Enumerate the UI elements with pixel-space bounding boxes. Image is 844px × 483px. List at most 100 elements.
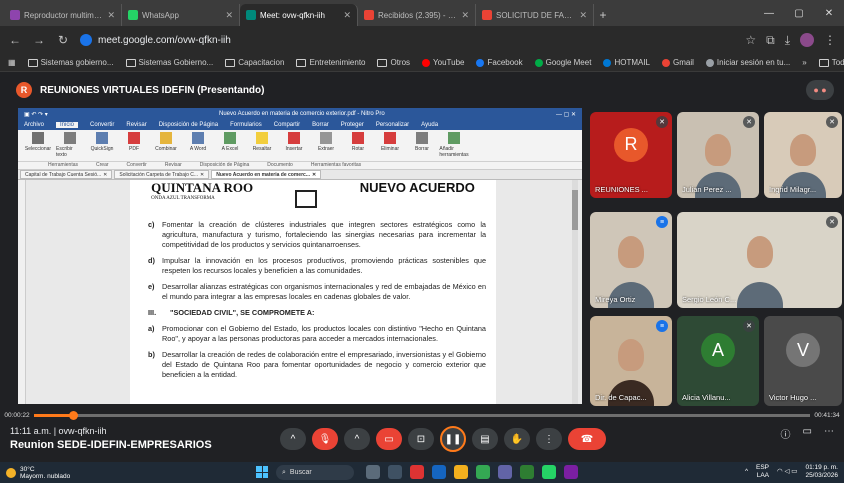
- ribbon-button[interactable]: Añadir herramientas: [439, 132, 469, 158]
- bookmark-item[interactable]: Facebook: [476, 58, 523, 67]
- pdf-menu-item[interactable]: Disposición de Página: [159, 122, 218, 128]
- camera-off-button[interactable]: ▭: [376, 428, 402, 450]
- participant-tile[interactable]: R ✕ REUNIONES ...: [590, 112, 672, 198]
- bookmark-item[interactable]: Iniciar sesión en tu...: [705, 58, 790, 67]
- windows-start-icon[interactable]: [256, 466, 268, 478]
- taskbar-search[interactable]: ⌕ Buscar: [276, 465, 354, 480]
- extensions-icon[interactable]: ⧉: [766, 33, 775, 48]
- document-tab-close-icon[interactable]: ✕: [312, 172, 316, 178]
- pause-button[interactable]: ❚❚: [440, 426, 466, 452]
- info-icon[interactable]: ⓘ: [781, 426, 791, 441]
- tab-close-icon[interactable]: ✕: [343, 10, 351, 21]
- ribbon-button[interactable]: QuickSign: [88, 132, 116, 152]
- tab-close-icon[interactable]: ✕: [107, 10, 115, 21]
- tab-close-icon[interactable]: ✕: [461, 10, 469, 21]
- captions-button[interactable]: ⊡: [408, 428, 434, 450]
- document-tab-close-icon[interactable]: ✕: [103, 172, 107, 178]
- bookmark-star-icon[interactable]: ☆: [745, 33, 756, 47]
- file-explorer-icon[interactable]: [454, 465, 468, 479]
- mic-off-button[interactable]: 🎙: [312, 428, 338, 450]
- browser-tab[interactable]: Recibidos (2.395) - victorhug...✕: [358, 4, 476, 26]
- menu-icon[interactable]: ⋮: [824, 33, 836, 47]
- skype-icon[interactable]: [498, 465, 512, 479]
- weather-widget[interactable]: 30°C Mayorm. nublado: [0, 466, 70, 480]
- language-code[interactable]: ESP: [756, 464, 769, 472]
- end-call-button[interactable]: ☎: [568, 428, 606, 450]
- back-icon[interactable]: ←: [8, 33, 22, 47]
- ribbon-button[interactable]: Eliminar: [376, 132, 404, 152]
- participant-tile[interactable]: ✕ Ingrid Milagr...: [764, 112, 842, 198]
- close-window-icon[interactable]: ✕: [814, 0, 844, 26]
- site-info-icon[interactable]: [80, 34, 92, 46]
- participant-tile[interactable]: ≡ Mireya Ortiz: [590, 212, 672, 308]
- ribbon-button[interactable]: PDF: [120, 132, 148, 152]
- participant-tile[interactable]: ✕ Julian Perez ...: [677, 112, 759, 198]
- audio-options-icon[interactable]: ^: [280, 428, 306, 450]
- ribbon-button[interactable]: Resaltar: [248, 132, 276, 152]
- document-tab[interactable]: Capital de Trabajo Cuenta Sesió... ✕: [20, 170, 113, 179]
- bookmark-item[interactable]: Gmail: [662, 58, 694, 67]
- forward-icon[interactable]: →: [32, 33, 46, 47]
- participant-tile[interactable]: ≡ Dir. de Capac...: [590, 316, 672, 406]
- bookmark-item[interactable]: Sistemas Gobierno...: [125, 58, 213, 67]
- seek-track[interactable]: [34, 410, 810, 420]
- ribbon-button[interactable]: Combinar: [152, 132, 180, 152]
- new-tab-button[interactable]: +: [594, 4, 612, 26]
- browser-tab[interactable]: WhatsApp ✕: [122, 4, 240, 26]
- ribbon-button[interactable]: Insertar: [280, 132, 308, 152]
- bookmark-item[interactable]: HOTMAIL: [603, 58, 650, 67]
- player-icon[interactable]: [564, 465, 578, 479]
- download-icon[interactable]: ⤓: [785, 33, 790, 48]
- ribbon-button[interactable]: Extraer: [312, 132, 340, 152]
- pdf-menu-item[interactable]: Ayuda: [421, 122, 438, 128]
- url-input[interactable]: meet.google.com/ovw-qfkn-iih: [80, 30, 735, 50]
- media-app-icon[interactable]: [410, 465, 424, 479]
- all-bookmarks-folder[interactable]: Todos los marcadores: [818, 58, 844, 67]
- participant-mic-indicator[interactable]: ● ●: [806, 80, 834, 100]
- document-tab[interactable]: Solicitación Carpeta de Trabajo C... ✕: [114, 170, 210, 179]
- participant-tile[interactable]: A ✕ Alicia Villanu...: [677, 316, 759, 406]
- widgets-icon[interactable]: [388, 465, 402, 479]
- pdf-menu-item[interactable]: Borrar: [312, 122, 329, 128]
- pdf-menu-item[interactable]: Compartir: [274, 122, 300, 128]
- bookmark-item[interactable]: Google Meet: [534, 58, 591, 67]
- bookmark-item[interactable]: Otros: [377, 58, 410, 67]
- excel-icon[interactable]: [520, 465, 534, 479]
- chat-icon[interactable]: ▭: [803, 426, 812, 441]
- participant-tile[interactable]: ✕ Sergio León C...: [677, 212, 842, 308]
- browser-tab[interactable]: Meet: ovw-qfkn-iih ✕: [240, 4, 358, 26]
- pdf-menu-item[interactable]: Archivo: [24, 122, 44, 128]
- ribbon-button[interactable]: Rotar: [344, 132, 372, 152]
- ribbon-button[interactable]: Borrar: [408, 132, 436, 152]
- pdf-scrollbar[interactable]: [572, 180, 578, 404]
- pdf-menu-item[interactable]: Convertir: [90, 122, 114, 128]
- pdf-menu-item[interactable]: Proteger: [341, 122, 364, 128]
- pdf-menu-item[interactable]: Revisar: [126, 122, 146, 128]
- pdf-menu-item[interactable]: Formularios: [230, 122, 262, 128]
- ribbon-button[interactable]: A Excel: [216, 132, 244, 152]
- more-bookmarks-button[interactable]: »: [802, 58, 806, 67]
- apps-grid-icon[interactable]: ▦: [8, 58, 16, 67]
- activities-icon[interactable]: ⋯: [824, 426, 834, 441]
- tray-overflow-icon[interactable]: ^: [745, 468, 748, 476]
- wifi-volume-battery-icons[interactable]: ◠ ◁ ▭: [777, 468, 797, 476]
- bookmark-item[interactable]: Capacitacion: [225, 58, 284, 67]
- browser-tab[interactable]: Reproductor multimedia ✕: [4, 4, 122, 26]
- browser-tab[interactable]: SOLICITUD DE FACTURAS DIEF... ✕: [476, 4, 594, 26]
- seek-knob[interactable]: [68, 410, 78, 420]
- video-options-icon[interactable]: ^: [344, 428, 370, 450]
- ribbon-button[interactable]: A Word: [184, 132, 212, 152]
- maximize-icon[interactable]: ▢: [784, 0, 814, 26]
- tab-close-icon[interactable]: ✕: [225, 10, 233, 21]
- ribbon-button[interactable]: Escribir texto: [56, 132, 84, 158]
- reload-icon[interactable]: ↻: [56, 33, 70, 47]
- teams-icon[interactable]: [432, 465, 446, 479]
- pdf-scroll-thumb[interactable]: [572, 190, 578, 230]
- bookmark-item[interactable]: Sistemas gobierno...: [27, 58, 114, 67]
- chrome-icon[interactable]: [476, 465, 490, 479]
- participant-tile[interactable]: V Victor Hugo ...: [764, 316, 842, 406]
- clock-time[interactable]: 01:19 p. m.: [805, 464, 838, 472]
- raise-hand-button[interactable]: ✋: [504, 428, 530, 450]
- ribbon-button[interactable]: Seleccionar: [24, 132, 52, 152]
- more-options-button[interactable]: ⋮: [536, 428, 562, 450]
